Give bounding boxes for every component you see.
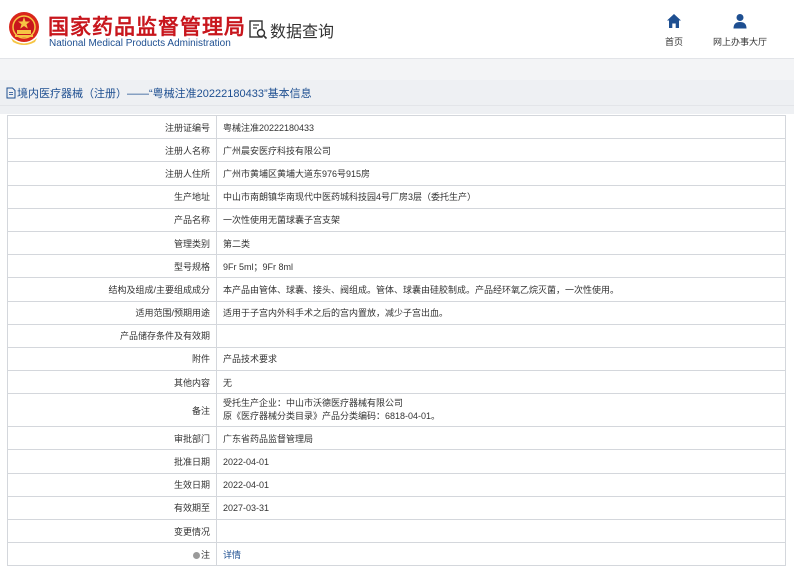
table-row: 其他内容 无 — [7, 370, 786, 395]
national-emblem-icon — [9, 12, 39, 45]
table-row: 注册证编号 粤械注准20222180433 — [7, 114, 786, 140]
field-value: 产品技术要求 — [216, 346, 786, 372]
field-label: 型号规格 — [7, 254, 217, 279]
table-row: 注 详情 — [7, 542, 786, 567]
field-label: 管理类别 — [7, 230, 217, 256]
field-value: 第二类 — [216, 230, 786, 256]
data-query-link[interactable]: 数据查询 — [248, 18, 334, 42]
field-value: 中山市南朗镇华南现代中医药城科技园4号厂房3层（委托生产） — [216, 184, 786, 209]
field-value: 无 — [216, 370, 786, 395]
field-label: 其他内容 — [7, 370, 217, 395]
note-label: 注 — [7, 542, 217, 567]
field-label: 结构及组成/主要组成成分 — [7, 277, 217, 302]
table-row: 批准日期 2022-04-01 — [7, 449, 786, 474]
field-label: 注册人住所 — [7, 161, 217, 186]
home-icon — [667, 14, 681, 28]
field-label: 备注 — [7, 393, 217, 428]
field-label: 注册人名称 — [7, 138, 217, 163]
bullet-icon — [192, 551, 200, 559]
document-icon — [6, 87, 16, 98]
field-value: 受托生产企业：中山市沃德医疗器械有限公司 原《医疗器械分类目录》产品分类编码：6… — [216, 393, 786, 428]
table-row: 备注 受托生产企业：中山市沃德医疗器械有限公司 原《医疗器械分类目录》产品分类编… — [7, 393, 786, 428]
site-header: 国家药品监督管理局 National Medical Products Admi… — [0, 0, 794, 58]
table-row: 注册人名称 广州晨安医疗科技有限公司 — [7, 138, 786, 163]
document-search-icon — [249, 20, 268, 40]
field-value — [216, 518, 786, 544]
field-value: 广州市黄埔区黄埔大道东976号915房 — [216, 161, 786, 186]
remark-line: 受托生产企业：中山市沃德医疗器械有限公司 — [223, 398, 404, 409]
details-link[interactable]: 详情 — [223, 550, 241, 560]
field-value: 粤械注准20222180433 — [216, 114, 786, 140]
nav-online-office[interactable]: 网上办事大厅 — [708, 13, 772, 48]
nav-home-label: 首页 — [664, 37, 683, 47]
table-row: 产品储存条件及有效期 — [7, 323, 786, 348]
table-row: 有效期至 2027-03-31 — [7, 495, 786, 521]
field-label: 产品名称 — [7, 207, 217, 232]
field-value: 广东省药品监督管理局 — [216, 426, 786, 451]
data-query-label: 数据查询 — [270, 24, 335, 41]
field-label: 生产地址 — [7, 184, 217, 209]
field-label: 产品储存条件及有效期 — [7, 323, 217, 348]
field-value: 广州晨安医疗科技有限公司 — [216, 138, 786, 163]
field-label: 审批部门 — [7, 426, 217, 451]
field-value: 适用于子宫内外科手术之后的宫内置放，减少子宫出血。 — [216, 300, 786, 325]
field-value: 2022-04-01 — [216, 472, 786, 497]
nav-home[interactable]: 首页 — [660, 13, 688, 48]
table-row: 变更情况 — [7, 518, 786, 544]
table-row: 管理类别 第二类 — [7, 230, 786, 256]
field-label: 注册证编号 — [7, 114, 217, 140]
record-detail-table: 注册证编号 粤械注准20222180433 注册人名称 广州晨安医疗科技有限公司… — [7, 114, 786, 567]
field-value: 本产品由管体、球囊、接头、阀组成。管体、球囊由硅胶制成。产品经环氧乙烷灭菌，一次… — [216, 277, 786, 302]
table-row: 生产地址 中山市南朗镇华南现代中医药城科技园4号厂房3层（委托生产） — [7, 184, 786, 209]
remark-line: 原《医疗器械分类目录》产品分类编码：6818-04-01。 — [223, 411, 441, 422]
field-value — [216, 323, 786, 348]
table-row: 适用范围/预期用途 适用于子宫内外科手术之后的宫内置放，减少子宫出血。 — [7, 300, 786, 325]
field-label: 批准日期 — [7, 449, 217, 474]
title-band — [0, 106, 794, 114]
field-value: 9Fr 5ml；9Fr 8ml — [216, 254, 786, 279]
header-separator — [0, 58, 794, 80]
table-row: 注册人住所 广州市黄埔区黄埔大道东976号915房 — [7, 161, 786, 186]
table-row: 产品名称 一次性使用无菌球囊子宫支架 — [7, 207, 786, 232]
field-label: 附件 — [7, 346, 217, 372]
field-label: 变更情况 — [7, 518, 217, 544]
field-value: 详情 — [216, 542, 786, 567]
table-row: 审批部门 广东省药品监督管理局 — [7, 426, 786, 451]
nav-online-office-label: 网上办事大厅 — [712, 37, 767, 47]
brand-name-en: National Medical Products Administration — [49, 38, 231, 49]
table-row: 附件 产品技术要求 — [7, 346, 786, 372]
field-value: 2027-03-31 — [216, 495, 786, 521]
table-row: 生效日期 2022-04-01 — [7, 472, 786, 497]
field-value: 2022-04-01 — [216, 449, 786, 474]
record-title: 境内医疗器械（注册）——“粤械注准20222180433”基本信息 — [17, 87, 312, 100]
table-row: 结构及组成/主要组成成分 本产品由管体、球囊、接头、阀组成。管体、球囊由硅胶制成… — [7, 277, 786, 302]
user-icon — [733, 14, 747, 29]
field-label: 适用范围/预期用途 — [7, 300, 217, 325]
table-row: 型号规格 9Fr 5ml；9Fr 8ml — [7, 254, 786, 279]
brand-name-cn: 国家药品监督管理局 — [48, 16, 246, 39]
field-label: 有效期至 — [7, 495, 217, 521]
field-label: 生效日期 — [7, 472, 217, 497]
field-value: 一次性使用无菌球囊子宫支架 — [216, 207, 786, 232]
record-title-bar: 境内医疗器械（注册）——“粤械注准20222180433”基本信息 — [0, 80, 794, 106]
